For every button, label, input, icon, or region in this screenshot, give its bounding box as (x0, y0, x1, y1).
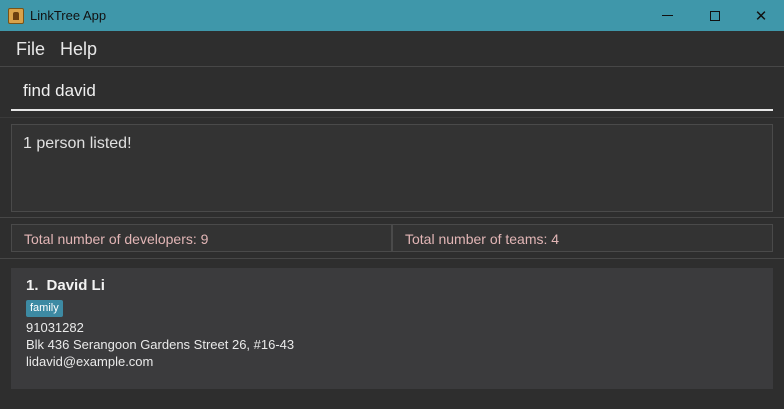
minimize-icon (661, 15, 673, 16)
result-display-area: 1 person listed! (0, 118, 784, 218)
title-bar: LinkTree App ✕ (0, 0, 784, 31)
developer-count-panel: Total number of developers: 9 (11, 224, 392, 252)
stats-row: Total number of developers: 9 Total numb… (0, 219, 784, 259)
result-message: 1 person listed! (23, 135, 132, 152)
tag-badge: family (26, 300, 63, 317)
menu-file[interactable]: File (16, 39, 45, 60)
person-list: 1. David Li family 91031282 Blk 436 Seran… (0, 260, 784, 409)
person-phone: 91031282 (26, 320, 84, 335)
person-name-row: 1. David Li (26, 277, 105, 294)
person-index: 1. (26, 277, 39, 294)
command-box (0, 68, 784, 118)
result-display: 1 person listed! (11, 124, 773, 212)
team-count-label: Total number of teams: 4 (405, 231, 560, 247)
person-card[interactable]: 1. David Li family 91031282 Blk 436 Seran… (11, 268, 773, 389)
maximize-icon (710, 10, 720, 21)
menu-bar: File Help (0, 31, 784, 67)
close-icon: ✕ (754, 7, 768, 25)
developer-count-label: Total number of developers: 9 (24, 231, 209, 247)
person-name: David Li (46, 277, 105, 294)
menu-help[interactable]: Help (60, 39, 97, 60)
command-input[interactable] (11, 68, 773, 111)
team-count-panel: Total number of teams: 4 (392, 224, 773, 252)
app-icon (8, 8, 24, 24)
close-button[interactable]: ✕ (738, 0, 784, 31)
minimize-button[interactable] (644, 0, 690, 31)
window-title: LinkTree App (30, 8, 107, 23)
person-email: lidavid@example.com (26, 354, 154, 369)
person-address: Blk 436 Serangoon Gardens Street 26, #16… (26, 337, 295, 352)
maximize-button[interactable] (692, 0, 738, 31)
